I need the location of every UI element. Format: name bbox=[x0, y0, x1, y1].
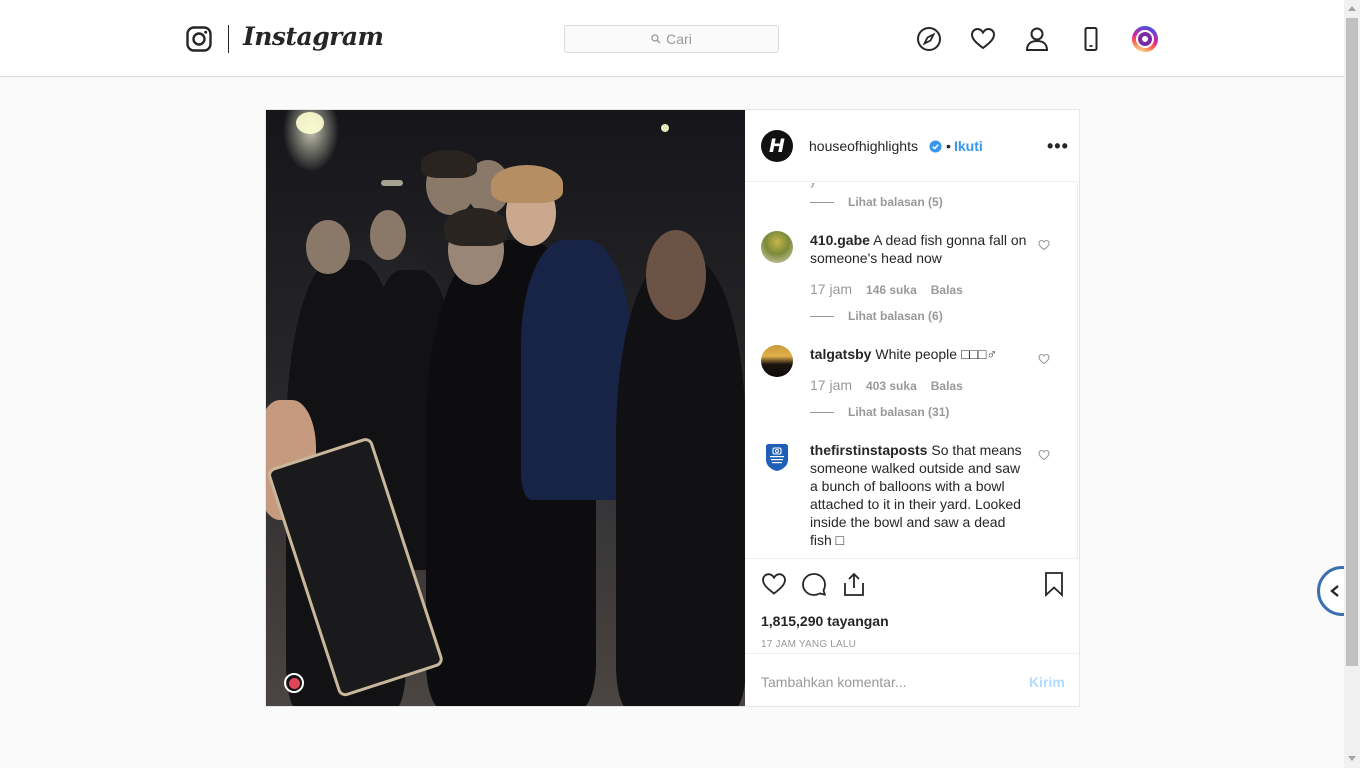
commenter-avatar[interactable] bbox=[761, 345, 793, 377]
comments-list[interactable]: y Lihat balasan (5) 410.gabe A dead fish… bbox=[745, 183, 1078, 558]
chevron-left-icon bbox=[1330, 585, 1339, 597]
commenter-username[interactable]: thefirstinstaposts bbox=[810, 442, 927, 458]
recording-dot-icon bbox=[284, 673, 304, 693]
comment-like-heart-icon[interactable] bbox=[1038, 239, 1050, 251]
comment-time[interactable]: 17 jam bbox=[810, 377, 852, 393]
like-heart-icon[interactable] bbox=[761, 571, 787, 597]
commenter-avatar[interactable] bbox=[761, 441, 793, 473]
comment-text: thefirstinstaposts So that means someone… bbox=[810, 442, 1022, 548]
comment-meta: 17 jam 403 suka Balas bbox=[810, 377, 963, 393]
commenter-username[interactable]: 410.gabe bbox=[810, 232, 870, 248]
mobile-phone-icon[interactable] bbox=[1078, 26, 1104, 52]
post-side-panel: H houseofhighlights • Ikuti ••• y Lihat … bbox=[745, 110, 1080, 706]
poster-avatar[interactable]: H bbox=[761, 130, 793, 162]
search-icon bbox=[651, 34, 661, 44]
header-separator: • bbox=[946, 138, 951, 154]
scroll-down-arrow-icon[interactable] bbox=[1348, 756, 1356, 761]
follow-button[interactable]: Ikuti bbox=[954, 138, 983, 154]
commenter-username[interactable]: talgatsby bbox=[810, 346, 871, 362]
view-replies-link[interactable]: Lihat balasan (31) bbox=[810, 405, 949, 419]
comment-likes[interactable]: 403 suka bbox=[866, 379, 917, 393]
post-video[interactable] bbox=[266, 110, 745, 706]
post-timestamp[interactable]: 17 JAM YANG LALU bbox=[761, 639, 856, 650]
comment-bubble-icon[interactable] bbox=[801, 571, 827, 597]
post-actions: 1,815,290 tayangan 17 JAM YANG LALU Kiri… bbox=[745, 558, 1080, 706]
comment-like-heart-icon[interactable] bbox=[1038, 353, 1050, 365]
comment-input[interactable] bbox=[761, 672, 1001, 692]
comment-reply-button[interactable]: Balas bbox=[931, 379, 963, 393]
more-options-icon[interactable]: ••• bbox=[1047, 137, 1069, 155]
comment-reply-button[interactable]: Balas bbox=[931, 283, 963, 297]
save-bookmark-icon[interactable] bbox=[1041, 571, 1067, 597]
poster-username[interactable]: houseofhighlights bbox=[809, 138, 918, 154]
comment-meta: 17 jam 146 suka Balas bbox=[810, 281, 963, 297]
scroll-up-arrow-icon[interactable] bbox=[1348, 6, 1356, 11]
comment-time[interactable]: 17 jam bbox=[810, 281, 852, 297]
instagram-wordmark[interactable]: Instagram bbox=[243, 22, 384, 51]
send-comment-button[interactable]: Kirim bbox=[1029, 674, 1065, 690]
explore-compass-icon[interactable] bbox=[916, 26, 942, 52]
page-scrollbar[interactable] bbox=[1344, 0, 1360, 768]
scrollbar-thumb[interactable] bbox=[1346, 18, 1358, 666]
top-navigation-bar: Instagram Cari bbox=[0, 0, 1344, 77]
logo-divider bbox=[228, 25, 229, 53]
activity-heart-icon[interactable] bbox=[970, 26, 996, 52]
add-comment-section: Kirim bbox=[745, 653, 1080, 707]
cutoff-text: y bbox=[810, 183, 817, 188]
profile-avatar-icon[interactable] bbox=[1132, 26, 1158, 52]
post-card: H houseofhighlights • Ikuti ••• y Lihat … bbox=[265, 109, 1080, 707]
search-box[interactable]: Cari bbox=[564, 25, 779, 53]
view-replies-link[interactable]: Lihat balasan (5) bbox=[810, 195, 943, 209]
profile-user-icon[interactable] bbox=[1024, 26, 1050, 52]
instagram-glyph-icon[interactable] bbox=[186, 26, 212, 52]
comment-likes[interactable]: 146 suka bbox=[866, 283, 917, 297]
post-header: H houseofhighlights • Ikuti ••• bbox=[745, 110, 1080, 182]
comment-text: 410.gabe A dead fish gonna fall on someo… bbox=[810, 232, 1027, 266]
share-icon[interactable] bbox=[841, 571, 867, 597]
commenter-avatar[interactable] bbox=[761, 231, 793, 263]
view-replies-link[interactable]: Lihat balasan (6) bbox=[810, 309, 943, 323]
verified-badge-icon bbox=[929, 140, 942, 153]
search-placeholder: Cari bbox=[666, 31, 692, 47]
comment-text: talgatsby White people □□□♂ bbox=[810, 346, 997, 362]
first-insta-posts-logo bbox=[766, 444, 788, 471]
comment-like-heart-icon[interactable] bbox=[1038, 449, 1050, 461]
view-count[interactable]: 1,815,290 tayangan bbox=[761, 613, 889, 629]
